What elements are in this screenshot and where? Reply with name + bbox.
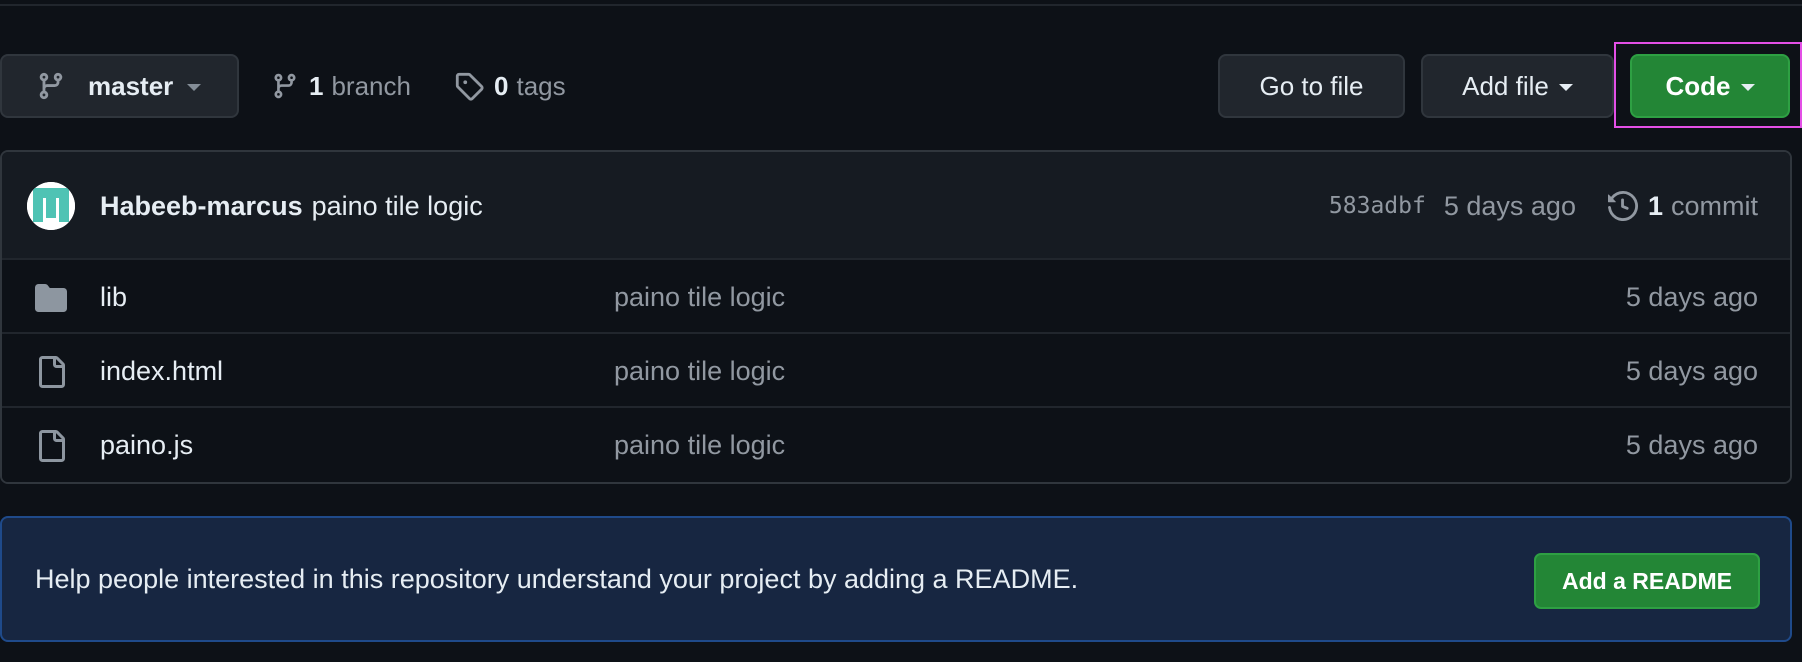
identicon-icon xyxy=(27,182,75,230)
table-row[interactable]: lib paino tile logic 5 days ago xyxy=(2,260,1790,334)
latest-commit-header: Habeeb-marcus paino tile logic 583adbf 5… xyxy=(2,152,1790,260)
commit-count: 1 xyxy=(1647,190,1663,221)
branches-link[interactable]: 1 branch xyxy=(271,54,411,118)
tags-link[interactable]: 0 tags xyxy=(454,54,566,118)
commit-age[interactable]: 5 days ago xyxy=(1444,191,1576,222)
top-divider xyxy=(0,4,1802,6)
go-to-file-button[interactable]: Go to file xyxy=(1218,54,1405,118)
branch-select-button[interactable]: master xyxy=(0,54,239,118)
code-button[interactable]: Code xyxy=(1630,54,1790,118)
git-branch-icon xyxy=(274,73,296,99)
file-age: 5 days ago xyxy=(1625,429,1758,460)
add-readme-button[interactable]: Add a README xyxy=(1534,553,1760,609)
commit-sha[interactable]: 583adbf xyxy=(1329,193,1426,219)
branch-label: branch xyxy=(331,70,411,101)
commit-message[interactable]: paino tile logic xyxy=(312,191,483,222)
readme-prompt-text: Help people interested in this repositor… xyxy=(35,563,1079,594)
chevron-down-icon xyxy=(1558,84,1573,91)
tag-icon xyxy=(455,72,484,101)
file-name[interactable]: paino.js xyxy=(100,408,193,482)
table-row[interactable]: index.html paino tile logic 5 days ago xyxy=(2,334,1790,408)
chevron-down-icon xyxy=(187,84,202,91)
file-age: 5 days ago xyxy=(1625,281,1758,312)
tag-count: 0 xyxy=(494,70,509,101)
readme-banner: Help people interested in this repositor… xyxy=(0,516,1792,642)
file-age: 5 days ago xyxy=(1625,355,1758,386)
branch-count: 1 xyxy=(309,70,324,101)
file-icon xyxy=(39,430,65,462)
commit-summary: Habeeb-marcus paino tile logic xyxy=(100,152,483,260)
avatar[interactable] xyxy=(27,182,75,230)
file-commit-message[interactable]: paino tile logic xyxy=(614,408,785,482)
tag-label: tags xyxy=(516,70,566,101)
table-row[interactable]: paino.js paino tile logic 5 days ago xyxy=(2,408,1790,482)
commit-details: 583adbf 5 days ago 1 commit xyxy=(1329,152,1758,260)
branch-name: master xyxy=(88,70,174,101)
file-name[interactable]: index.html xyxy=(100,334,223,408)
file-commit-message[interactable]: paino tile logic xyxy=(614,260,785,334)
code-label: Code xyxy=(1665,70,1731,101)
commit-label: commit xyxy=(1671,190,1758,221)
add-file-button[interactable]: Add file xyxy=(1421,54,1614,118)
file-name[interactable]: lib xyxy=(100,260,127,334)
chevron-down-icon xyxy=(1740,84,1755,91)
commit-author[interactable]: Habeeb-marcus xyxy=(100,191,303,222)
repo-toolbar: master 1 branch 0 tags Go to file Add fi… xyxy=(0,42,1802,128)
file-commit-message[interactable]: paino tile logic xyxy=(614,334,785,408)
commit-history-link[interactable]: 1 commit xyxy=(1607,190,1758,222)
file-icon xyxy=(39,356,65,388)
history-icon xyxy=(1607,191,1638,221)
git-branch-icon xyxy=(39,72,63,100)
add-file-label: Add file xyxy=(1462,70,1549,101)
folder-icon xyxy=(35,284,67,312)
file-list: Habeeb-marcus paino tile logic 583adbf 5… xyxy=(0,150,1792,484)
